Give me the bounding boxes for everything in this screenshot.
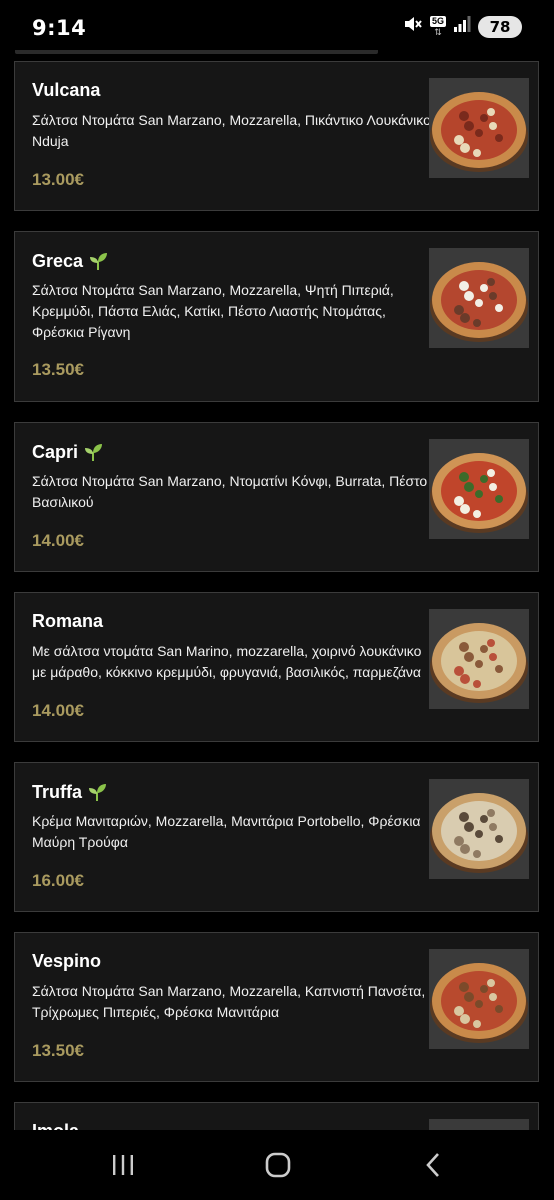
vegetarian-leaf-icon — [82, 441, 104, 463]
back-button[interactable] — [414, 1148, 454, 1182]
vegetarian-leaf-icon — [86, 781, 108, 803]
recent-apps-button[interactable] — [103, 1148, 143, 1182]
battery-icon: 78 — [478, 15, 522, 38]
menu-item-card[interactable]: Vespino Σάλτσα Ντομάτα San Marzano, Mozza… — [14, 932, 539, 1082]
top-scroll-strip — [15, 50, 378, 54]
menu-item-card[interactable]: Greca Σάλτσα Ντομάτα San Marzano, Mozzare… — [14, 231, 539, 402]
menu-item-price: 13.50€ — [32, 360, 84, 379]
menu-item-name-text: Capri — [32, 441, 79, 462]
back-icon — [426, 1153, 439, 1177]
menu-item-name: Vulcana — [32, 80, 100, 101]
5g-icon: 5G ⇅ — [429, 16, 446, 37]
menu-item-name-text: Vespino — [32, 951, 102, 971]
status-icons: 5G ⇅ 78 — [403, 15, 522, 38]
menu-item-description: Κρέμα Μανιταριών, Mozzarella, Μανιτάρια … — [32, 813, 421, 850]
home-button[interactable] — [258, 1148, 298, 1182]
menu-item-name-text: Greca — [32, 250, 84, 271]
pizza-image — [429, 1119, 529, 1130]
menu-item-price: 13.50€ — [32, 1041, 84, 1060]
menu-item-price: 14.00€ — [32, 701, 84, 720]
menu-item-card[interactable]: Romana Με σάλτσα ντομάτα San Marino, mozz… — [14, 592, 539, 742]
pizza-image — [429, 248, 529, 348]
menu-item-price: 14.00€ — [32, 531, 84, 550]
menu-item-name: Greca — [32, 250, 109, 272]
status-time: 9:14 — [32, 16, 87, 40]
pizza-image — [429, 609, 529, 709]
status-bar: 9:14 5G ⇅ 78 — [0, 0, 554, 50]
home-icon — [265, 1152, 291, 1178]
vegetarian-leaf-icon — [87, 250, 109, 272]
menu-item-name-text: Truffa — [32, 781, 83, 802]
signal-icon — [453, 16, 471, 37]
menu-item-description: Σάλτσα Ντομάτα San Marzano, Ντοματίνι Κό… — [32, 473, 428, 510]
menu-item-name-text: Imola — [32, 1121, 79, 1130]
recent-apps-icon — [113, 1155, 133, 1175]
menu-item-description: Σάλτσα Ντομάτα San Marzano, Mozzarella, … — [32, 983, 426, 1020]
menu-item-name: Imola — [32, 1121, 79, 1130]
menu-item-card[interactable]: Capri Σάλτσα Ντομάτα San Marzano, Ντοματί… — [14, 422, 539, 572]
menu-item-price: 13.00€ — [32, 170, 84, 189]
menu-list[interactable]: Vulcana Σάλτσα Ντομάτα San Marzano, Mozza… — [0, 50, 554, 1130]
pizza-image — [429, 779, 529, 879]
pizza-image — [429, 949, 529, 1049]
navigation-bar — [0, 1130, 554, 1200]
pizza-image — [429, 439, 529, 539]
mute-icon — [403, 15, 423, 38]
menu-item-name: Truffa — [32, 781, 108, 803]
menu-item-card[interactable]: Truffa Κρέμα Μανιταριών, Mozzarella, Μανι… — [14, 762, 539, 912]
pizza-image — [429, 78, 529, 178]
menu-item-name-text: Romana — [32, 611, 104, 631]
menu-item-name-text: Vulcana — [32, 80, 101, 100]
menu-item-price: 16.00€ — [32, 871, 84, 890]
menu-item-card[interactable]: Vulcana Σάλτσα Ντομάτα San Marzano, Mozza… — [14, 61, 539, 211]
menu-item-description: Σάλτσα Ντομάτα San Marzano, Mozzarella, … — [32, 112, 431, 149]
menu-item-name: Capri — [32, 441, 104, 463]
menu-item-card[interactable]: Imola — [14, 1102, 539, 1130]
menu-item-description: Σάλτσα Ντομάτα San Marzano, Mozzarella, … — [32, 282, 394, 340]
menu-item-name: Vespino — [32, 951, 101, 972]
menu-item-name: Romana — [32, 611, 103, 632]
menu-item-description: Με σάλτσα ντομάτα San Marino, mozzarella… — [32, 643, 422, 680]
